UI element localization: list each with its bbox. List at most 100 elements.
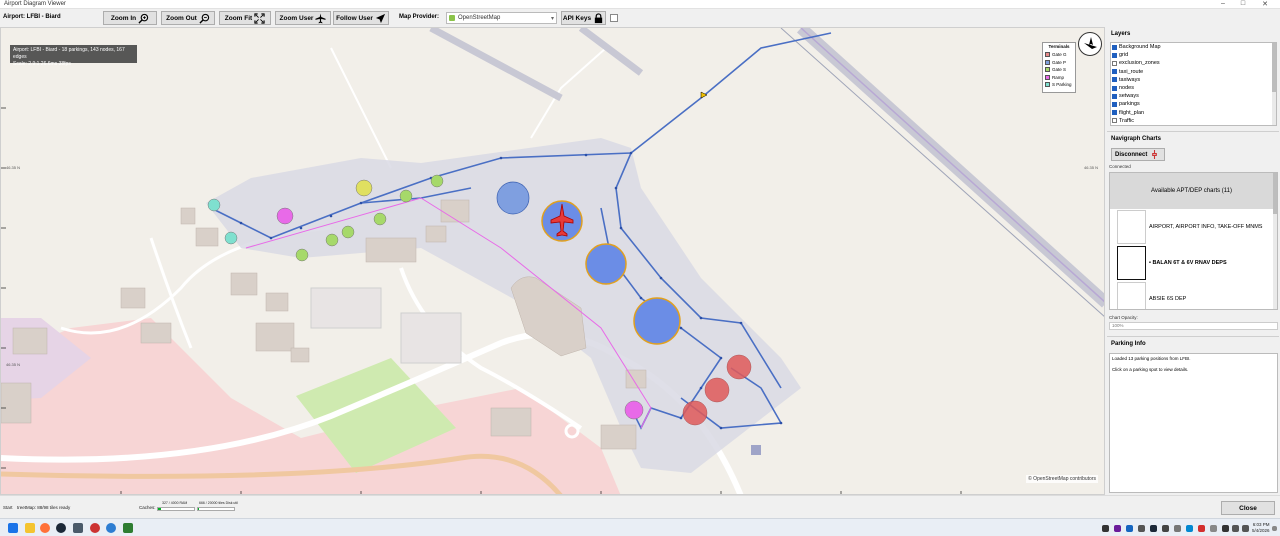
ram-cache-bar: [157, 507, 195, 511]
chevron-down-icon: ▾: [550, 16, 554, 22]
layer-checkbox[interactable]: [1112, 52, 1117, 58]
chart-opacity-slider[interactable]: 100%: [1109, 322, 1278, 330]
legend-item: Ramp: [1045, 74, 1073, 82]
disk-cache-text: 666 / 20000 tiles Disk util: [199, 501, 238, 505]
layer-item[interactable]: parkings: [1111, 100, 1276, 108]
legend-swatch: [1045, 74, 1050, 80]
parking-square: [751, 445, 761, 455]
compass[interactable]: [1078, 32, 1102, 56]
zoom-user-label: Zoom User: [279, 14, 314, 22]
app-icon[interactable]: [73, 523, 83, 533]
map-provider-icon: [449, 15, 455, 21]
layer-item[interactable]: taxiways: [1111, 76, 1276, 84]
toolbar-toggle-checkbox[interactable]: [610, 14, 618, 22]
file-explorer-icon[interactable]: [25, 523, 35, 533]
layer-checkbox[interactable]: [1112, 110, 1117, 116]
zoom-user-button[interactable]: Zoom User: [275, 11, 331, 25]
charts-list: Available APT/DEP charts (11) AIRPORT, A…: [1109, 172, 1278, 310]
layer-item[interactable]: setways: [1111, 92, 1276, 100]
scrollbar-thumb[interactable]: [1273, 173, 1277, 214]
tray-icon[interactable]: [1138, 525, 1145, 532]
lat-label-right: 46.35 N: [1084, 165, 1099, 170]
unplug-icon: [1152, 150, 1158, 159]
tray-icon[interactable]: [1102, 525, 1109, 532]
tray-icon[interactable]: [1222, 525, 1229, 532]
map-provider-select[interactable]: OpenStreetMap ▾: [446, 12, 557, 24]
chart-thumbnail: [1117, 246, 1146, 280]
toolbar: Airport: LFBI - Biard Zoom In Zoom Out Z…: [0, 9, 1105, 27]
layers-scrollbar[interactable]: [1272, 43, 1276, 125]
steam-icon[interactable]: [56, 523, 66, 533]
divider: [1107, 131, 1279, 132]
navigation-arrow-icon: [375, 13, 386, 23]
chart-item[interactable]: ABSIE 6S DEP: [1110, 281, 1275, 309]
tray-icon[interactable]: [1162, 525, 1169, 532]
layer-item[interactable]: flight_plan: [1111, 109, 1276, 117]
close-button[interactable]: Close: [1221, 501, 1275, 515]
settings-gear-icon[interactable]: [106, 523, 116, 533]
layer-label: taxi_route: [1119, 68, 1144, 75]
plane-app-icon[interactable]: [123, 523, 133, 533]
layer-item[interactable]: exclusion_zones: [1111, 59, 1276, 67]
tray-icon[interactable]: [1174, 525, 1181, 532]
clock[interactable]: 6:03 PM 5/4/2026: [1252, 522, 1270, 534]
compass-arrow-icon: [1084, 37, 1097, 49]
scrollbar-thumb[interactable]: [1272, 43, 1276, 93]
close-window-icon[interactable]: ✕: [1260, 0, 1270, 8]
airport-label: Airport: LFBI - Biard: [3, 14, 61, 20]
map-drawing: [1, 28, 1104, 494]
api-keys-label: API Keys: [562, 14, 592, 22]
map-canvas[interactable]: Airport: LFBI - Biard - 18 parkings, 143…: [0, 27, 1105, 495]
zoom-out-button[interactable]: Zoom Out: [161, 11, 215, 25]
disconnect-button[interactable]: Disconnect: [1111, 148, 1165, 161]
layer-item[interactable]: taxi_route: [1111, 68, 1276, 76]
chart-item[interactable]: AIRPORT, AIRPORT INFO, TAKE-OFF MNMS: [1110, 209, 1275, 245]
tray-icon[interactable]: [1126, 525, 1133, 532]
volume-icon[interactable]: [1242, 525, 1249, 532]
firefox-icon[interactable]: [40, 523, 50, 533]
layer-checkbox[interactable]: [1112, 101, 1117, 107]
os-taskbar: 6:03 PM 5/4/2026: [0, 518, 1280, 536]
layer-checkbox[interactable]: [1112, 93, 1117, 99]
zoom-fit-label: Zoom Fit: [224, 14, 253, 22]
zoom-in-button[interactable]: Zoom In: [103, 11, 157, 25]
layer-item[interactable]: Traffic: [1111, 117, 1276, 125]
api-keys-button[interactable]: API Keys: [561, 11, 606, 25]
layer-checkbox[interactable]: [1112, 77, 1117, 83]
north-road-2: [530, 47, 607, 139]
layer-item[interactable]: grid: [1111, 51, 1276, 59]
notification-icon[interactable]: [1272, 526, 1277, 531]
taxiway-north: [429, 28, 563, 102]
expand-icon: [254, 12, 265, 24]
map-provider-label: Map Provider:: [399, 14, 440, 20]
chart-thumbnail: [1117, 210, 1146, 244]
tray-icon[interactable]: [1114, 525, 1121, 532]
windows-start-icon[interactable]: [8, 523, 18, 533]
layer-checkbox[interactable]: [1112, 60, 1117, 66]
chart-item[interactable]: • BALAN 6T & 6V RNAV DEPS: [1110, 245, 1275, 281]
map-attribution[interactable]: © OpenStreetMap contributors: [1026, 475, 1098, 483]
follow-user-button[interactable]: Follow User: [333, 11, 389, 25]
layer-label: grid: [1119, 52, 1129, 59]
layer-checkbox[interactable]: [1112, 118, 1117, 124]
layers-list: Background Map grid exclusion_zones taxi…: [1110, 42, 1277, 126]
layer-item[interactable]: nodes: [1111, 84, 1276, 92]
tray-icon[interactable]: [1210, 525, 1217, 532]
layer-checkbox[interactable]: [1112, 44, 1117, 50]
layer-item[interactable]: Background Map: [1111, 43, 1276, 51]
north-road: [330, 47, 392, 169]
wifi-icon[interactable]: [1232, 525, 1239, 532]
record-icon[interactable]: [90, 523, 100, 533]
minimize-icon[interactable]: –: [1218, 0, 1228, 7]
tray-icon[interactable]: [1198, 525, 1205, 532]
tray-icon[interactable]: [1150, 525, 1157, 532]
layer-checkbox[interactable]: [1112, 85, 1117, 91]
maximize-icon[interactable]: □: [1238, 0, 1248, 7]
zoom-fit-button[interactable]: Zoom Fit: [219, 11, 271, 25]
tray-icon[interactable]: [1186, 525, 1193, 532]
charts-scrollbar[interactable]: [1273, 173, 1277, 309]
chart-opacity-label: Chart Opacity:: [1109, 315, 1138, 320]
disconnect-label: Disconnect: [1115, 151, 1148, 158]
layer-checkbox[interactable]: [1112, 69, 1117, 75]
window-title: Airport Diagram Viewer: [4, 1, 66, 7]
